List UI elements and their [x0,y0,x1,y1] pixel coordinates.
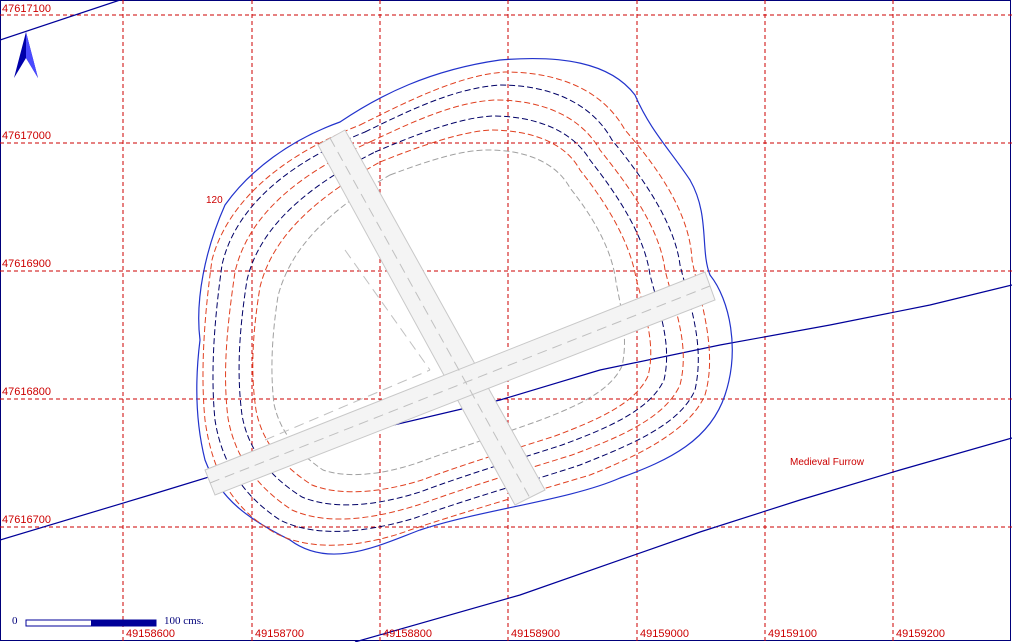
y-label-47616900: 47616900 [2,258,51,270]
y-label-47617000: 47617000 [2,130,51,142]
site-plan-map: 0 100 cms. 47617100 47617000 47616900 47… [0,0,1012,642]
x-label-49159100: 49159100 [768,628,817,640]
x-label-49158600: 49158600 [126,628,175,640]
x-label-49159000: 49159000 [640,628,689,640]
contour-label-120: 120 [206,195,223,206]
y-label-47617100: 47617100 [2,3,51,15]
x-label-49159200: 49159200 [896,628,945,640]
x-label-49158800: 49158800 [383,628,432,640]
x-label-49158900: 49158900 [511,628,560,640]
medieval-furrow-label: Medieval Furrow [790,457,865,468]
x-label-49158700: 49158700 [255,628,304,640]
scale-end-label: 100 cms. [164,615,204,627]
y-label-47616800: 47616800 [2,386,51,398]
y-label-47616700: 47616700 [2,514,51,526]
map-frame [0,0,1011,641]
scale-start-label: 0 [12,615,18,627]
